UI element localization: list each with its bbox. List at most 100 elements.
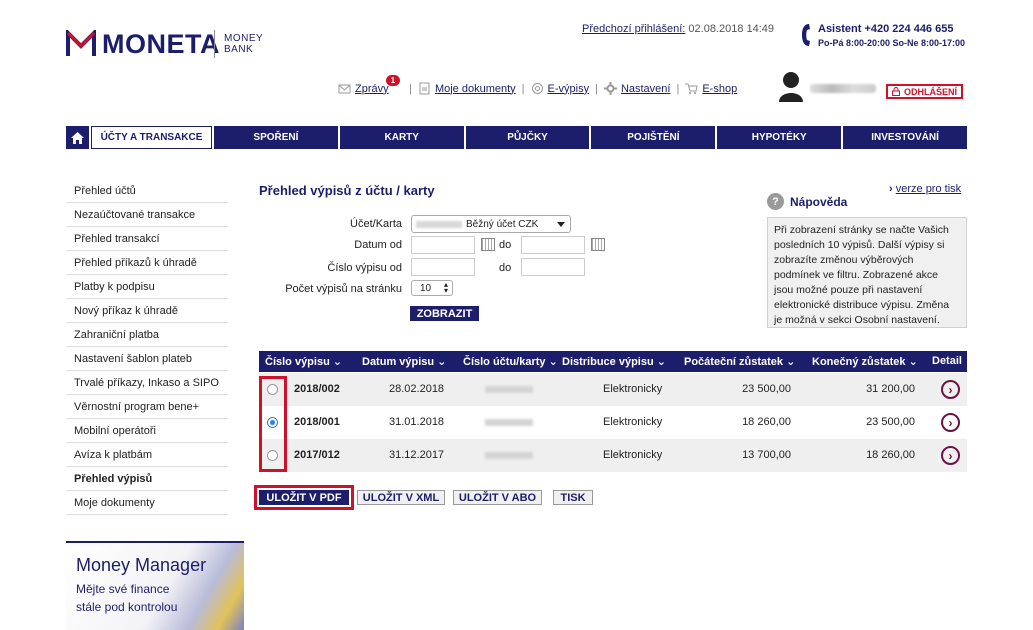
- column-account[interactable]: Číslo účtu/karty ⌄: [463, 355, 558, 368]
- print-version-label: verze pro tisk: [895, 183, 962, 195]
- statement-number: 2017/012: [294, 449, 340, 461]
- messages-label: Zprávy: [355, 82, 389, 95]
- per-page-label: Počet výpisů na stránku: [285, 283, 402, 295]
- closing-balance: 31 200,00: [866, 383, 915, 395]
- number-to-input[interactable]: [521, 258, 585, 276]
- sidebar: Přehled účtů Nezaúčtované transakce Přeh…: [66, 179, 228, 515]
- cart-icon: [685, 83, 698, 94]
- tab-mortgages[interactable]: HYPOTÉKY: [717, 126, 842, 149]
- previous-login-value: 02.08.2018 14:49: [688, 23, 775, 35]
- avatar[interactable]: [778, 70, 804, 102]
- sidebar-item-payment-templates[interactable]: Nastavení šablon plateb: [66, 347, 228, 371]
- sidebar-item-transactions[interactable]: Přehled transakcí: [66, 227, 228, 251]
- save-abo-button[interactable]: ULOŽIT V ABO: [453, 490, 542, 505]
- moneta-logo-icon[interactable]: [66, 30, 96, 58]
- sidebar-item-mobile-operators[interactable]: Mobilní operátoři: [66, 419, 228, 443]
- statement-date: 31.12.2017: [389, 449, 445, 461]
- opening-balance: 18 260,00: [742, 416, 791, 428]
- date-from-input[interactable]: [411, 236, 475, 254]
- detail-arrow-icon[interactable]: ›: [941, 380, 960, 399]
- assistant-hours: Po-Pá 8:00-20:00 So-Ne 8:00-17:00: [818, 38, 966, 48]
- date-from-label: Datum od: [354, 239, 402, 251]
- opening-balance: 13 700,00: [742, 449, 791, 461]
- statement-date: 28.02.2018: [389, 383, 445, 395]
- brand-subtitle: MONEY BANK: [224, 33, 263, 55]
- account-select[interactable]: Běžný účet CZK: [411, 215, 571, 233]
- brand-sub-line1: MONEY: [224, 33, 264, 44]
- per-page-value: 10: [420, 282, 432, 294]
- statements-table-header: Číslo výpisu ⌄ Datum výpisu ⌄ Číslo účtu…: [259, 351, 967, 372]
- top-navigation: Zprávy 1 | Moje dokumenty | E-výpisy | N…: [338, 75, 737, 95]
- sidebar-item-payment-notices[interactable]: Avíza k platbám: [66, 443, 228, 467]
- number-from-input[interactable]: [411, 258, 475, 276]
- previous-login: Předchozí přihlášení: 02.08.2018 14:49: [582, 23, 774, 35]
- sidebar-item-pending-transactions[interactable]: Nezaúčtované transakce: [66, 203, 228, 227]
- sidebar-item-foreign-payment[interactable]: Zahraniční platba: [66, 323, 228, 347]
- sidebar-item-new-payment[interactable]: Nový příkaz k úhradě: [66, 299, 228, 323]
- calendar-icon[interactable]: [481, 238, 495, 251]
- sidebar-item-loyalty-program[interactable]: Věrnostní program bene+: [66, 395, 228, 419]
- show-button[interactable]: ZOBRAZIT: [410, 306, 479, 321]
- column-distribution[interactable]: Distribuce výpisu ⌄: [562, 355, 666, 368]
- settings-link[interactable]: Nastavení: [603, 82, 670, 95]
- nav-separator: |: [521, 82, 525, 95]
- home-button[interactable]: [66, 126, 89, 149]
- nav-separator: |: [676, 82, 680, 95]
- statement-number: 2018/001: [294, 416, 340, 428]
- print-button[interactable]: TISK: [553, 490, 593, 505]
- sidebar-item-my-documents[interactable]: Moje dokumenty: [66, 491, 228, 515]
- calendar-icon[interactable]: [591, 238, 605, 251]
- logout-label: ODHLÁŠENÍ: [904, 86, 958, 97]
- table-row[interactable]: 2018/002 28.02.2018 Elektronicky 23 500,…: [259, 373, 967, 406]
- detail-arrow-icon[interactable]: ›: [941, 413, 960, 432]
- column-closing[interactable]: Konečný zůstatek ⌄: [812, 355, 918, 368]
- sidebar-item-account-overview[interactable]: Přehled účtů: [66, 179, 228, 203]
- tab-insurance[interactable]: POJIŠTĚNÍ: [591, 126, 716, 149]
- print-version-link[interactable]: › verze pro tisk: [889, 183, 961, 195]
- statement-date: 31.01.2018: [389, 416, 445, 428]
- eshop-link[interactable]: E-shop: [685, 82, 737, 95]
- tab-savings[interactable]: SPOŘENÍ: [214, 126, 338, 149]
- help-icon: ?: [767, 193, 784, 210]
- nav-separator: |: [409, 82, 412, 95]
- sidebar-item-payment-orders[interactable]: Přehled příkazů k úhradě: [66, 251, 228, 275]
- messages-link[interactable]: Zprávy: [338, 82, 389, 95]
- at-sign-icon: [531, 83, 543, 94]
- column-opening[interactable]: Počáteční zůstatek ⌄: [684, 355, 795, 368]
- sidebar-item-standing-orders[interactable]: Trvalé příkazy, Inkaso a SIPO: [66, 371, 228, 395]
- estatements-link[interactable]: E-výpisy: [531, 82, 589, 95]
- previous-login-link[interactable]: Předchozí přihlášení:: [582, 23, 685, 35]
- save-pdf-button[interactable]: ULOŽIT V PDF: [259, 490, 349, 505]
- column-number[interactable]: Číslo výpisu ⌄: [265, 355, 342, 368]
- documents-link[interactable]: Moje dokumenty: [418, 82, 516, 95]
- date-to-input[interactable]: [521, 236, 585, 254]
- column-date[interactable]: Datum výpisu ⌄: [362, 355, 446, 368]
- table-row[interactable]: 2017/012 31.12.2017 Elektronicky 13 700,…: [259, 439, 967, 472]
- sidebar-item-statements[interactable]: Přehled výpisů: [66, 467, 228, 491]
- account-number-blurred: [485, 386, 533, 393]
- help-title: Nápověda: [790, 194, 848, 209]
- logout-button[interactable]: ODHLÁŠENÍ: [886, 84, 964, 99]
- sidebar-item-payments-to-sign[interactable]: Platby k podpisu: [66, 275, 228, 299]
- tab-investing[interactable]: INVESTOVÁNÍ: [843, 126, 967, 149]
- statement-number: 2018/002: [294, 383, 340, 395]
- tab-loans[interactable]: PŮJČKY: [465, 126, 590, 149]
- document-icon: [419, 82, 430, 95]
- detail-arrow-icon[interactable]: ›: [941, 446, 960, 465]
- page-title: Přehled výpisů z účtu / karty: [259, 183, 435, 198]
- save-xml-button[interactable]: ULOŽIT V XML: [357, 490, 445, 505]
- help-header: ? Nápověda: [767, 193, 847, 210]
- brand-name[interactable]: MONETA: [102, 29, 220, 60]
- statement-distribution: Elektronicky: [603, 416, 663, 428]
- per-page-select[interactable]: 10 ▴ ▾: [411, 280, 453, 296]
- table-row[interactable]: 2018/001 31.01.2018 Elektronicky 18 260,…: [259, 406, 967, 439]
- closing-balance: 18 260,00: [866, 449, 915, 461]
- eshop-label: E-shop: [702, 82, 738, 95]
- tab-accounts[interactable]: ÚČTY A TRANSAKCE: [91, 126, 212, 149]
- tab-cards[interactable]: KARTY: [339, 126, 464, 149]
- date-to-label: do: [499, 239, 512, 251]
- number-to-label: do: [499, 262, 512, 274]
- messages-count-badge: 1: [385, 75, 401, 86]
- documents-label: Moje dokumenty: [434, 82, 516, 95]
- statement-distribution: Elektronicky: [603, 383, 663, 395]
